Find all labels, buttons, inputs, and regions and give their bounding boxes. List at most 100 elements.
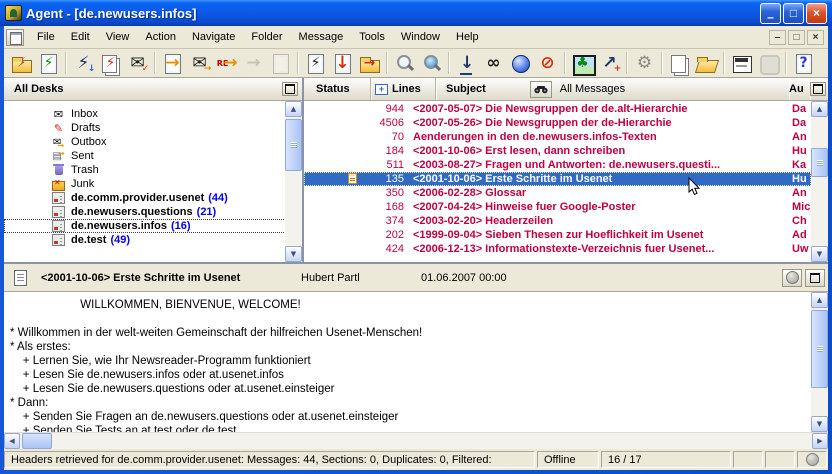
message-row[interactable]: 944<2007-05-07> Die Newsgruppen der de.a… [304, 102, 811, 116]
menu-action[interactable]: Action [137, 26, 184, 48]
newsgroup-item[interactable]: de.comm.provider.usenet(44) [4, 191, 302, 205]
message-row[interactable]: 4506<2007-05-26> Die Newsgruppen der de-… [304, 116, 811, 130]
tree-scrollbar[interactable]: ▲ ▼ [285, 101, 302, 262]
view-image-icon[interactable]: ♣ [570, 52, 595, 75]
maximize-pane-button[interactable] [810, 82, 826, 96]
menu-edit[interactable]: Edit [63, 26, 98, 48]
menu-message[interactable]: Message [291, 26, 352, 48]
mdi-minimize-button[interactable]: – [769, 30, 786, 45]
scroll-down-icon[interactable]: ▼ [811, 246, 828, 262]
minimize-icon: – [767, 10, 774, 24]
message-row[interactable]: 511<2003-08-27> Fragen und Antworten: de… [304, 158, 811, 172]
mdi-system-icon[interactable] [6, 29, 24, 46]
menu-view[interactable]: View [98, 26, 138, 48]
skip-next-icon[interactable]: ↓ [454, 52, 479, 75]
maximize-pane-button[interactable] [282, 82, 298, 96]
stop-tasks-icon[interactable] [756, 52, 781, 75]
get-headers-icon[interactable]: ⚡↓ [71, 52, 96, 75]
message-row[interactable]: 374<2003-02-20> HeaderzeilenCh [304, 214, 811, 228]
get-new-email-icon[interactable]: ✉✓ [125, 52, 150, 75]
scroll-thumb[interactable] [285, 119, 302, 171]
message-row[interactable]: 70Aenderungen in den de.newusers.infos-T… [304, 130, 811, 144]
column-status[interactable]: Status [304, 78, 371, 100]
launch-url-icon[interactable]: ↗+ [597, 52, 622, 75]
folder-item-drafts[interactable]: Drafts [4, 121, 302, 135]
newsgroup-item-selected[interactable]: de.newusers.infos(16) [4, 219, 302, 233]
mdi-restore-button[interactable]: □ [788, 30, 805, 45]
file-in-folder-icon[interactable]: → [357, 52, 382, 75]
column-author[interactable]: Au [789, 78, 810, 100]
scroll-thumb[interactable] [811, 310, 828, 388]
close-button[interactable]: × [806, 3, 827, 24]
horizontal-scrollbar[interactable]: ◀ ▶ [4, 432, 828, 449]
message-row[interactable]: 202<1999-09-04> Sieben Thesen zur Hoefli… [304, 228, 811, 242]
connection-status[interactable]: Offline [537, 451, 599, 468]
get-new-selected-icon[interactable]: ⚡ [36, 52, 61, 75]
message-row[interactable]: 184<2001-10-06> Erst lesen, dann schreib… [304, 144, 811, 158]
scroll-thumb[interactable] [22, 433, 52, 449]
maximize-icon: □ [790, 6, 797, 20]
menu-help[interactable]: Help [448, 26, 487, 48]
folder-item-trash[interactable]: Trash [4, 163, 302, 177]
filter-binoculars-button[interactable] [530, 81, 552, 98]
scroll-up-icon[interactable]: ▲ [285, 101, 302, 117]
forward-attachment-icon[interactable] [268, 52, 293, 75]
mdi-close-button[interactable]: × [807, 30, 824, 45]
search-web-icon[interactable] [419, 52, 444, 75]
body-scrollbar[interactable]: ▲ ▼ [811, 292, 828, 432]
folder-item-sent[interactable]: Sent [4, 149, 302, 163]
preferences-icon[interactable]: ⚙ [632, 52, 657, 75]
newsgroup-icon [52, 192, 65, 204]
find-icon[interactable] [392, 52, 417, 75]
scroll-down-icon[interactable]: ▼ [811, 416, 828, 432]
minimize-button[interactable]: – [760, 3, 781, 24]
stop-icon-button[interactable] [782, 269, 802, 287]
ignore-thread-icon[interactable] [508, 52, 533, 75]
maximize-pane-button[interactable] [805, 269, 825, 287]
kill-thread-icon[interactable]: ⊘ [535, 52, 560, 75]
menu-folder[interactable]: Folder [243, 26, 290, 48]
get-body-icon[interactable]: ⚡ [303, 52, 328, 75]
scroll-right-icon[interactable]: ▶ [812, 433, 828, 449]
menu-navigate[interactable]: Navigate [184, 26, 243, 48]
watch-thread-icon[interactable]: ∞ [481, 52, 506, 75]
folder-item-outbox[interactable]: Outbox [4, 135, 302, 149]
mouse-cursor [688, 177, 700, 196]
window-layout-icon[interactable] [729, 52, 754, 75]
send-email-icon[interactable]: ✉→ [187, 52, 212, 75]
message-row-selected[interactable]: 135<2001-10-06> Erste Schritte im Usenet… [304, 172, 811, 186]
newsgroup-item[interactable]: de.newusers.questions(21) [4, 205, 302, 219]
column-subject[interactable]: Subject All Messages [436, 78, 789, 100]
scroll-thumb[interactable] [811, 148, 828, 177]
newsgroup-item[interactable]: de.test(49) [4, 233, 302, 247]
list-scrollbar[interactable]: ▲ ▼ [811, 101, 828, 262]
message-filter-dropdown[interactable]: All Messages [560, 83, 625, 95]
app-window: Agent - [de.newusers.infos] – □ × File E… [0, 0, 832, 474]
folder-tree: Inbox Drafts Outbox Sent Trash Junk de.c… [4, 101, 302, 262]
save-article-icon[interactable]: ↓ [330, 52, 355, 75]
scroll-down-icon[interactable]: ▼ [285, 246, 302, 262]
forward-icon[interactable]: → [241, 52, 266, 75]
help-icon[interactable]: ? [791, 52, 816, 75]
menu-file[interactable]: File [29, 26, 63, 48]
folder-item-junk[interactable]: Junk [4, 177, 302, 191]
copy-messages-icon[interactable] [667, 52, 692, 75]
message-row[interactable]: 168<2007-04-24> Hinweise fuer Google-Pos… [304, 200, 811, 214]
get-marked-bodies-icon[interactable]: ⚡ [98, 52, 123, 75]
folders-panel-header: All Desks [4, 78, 302, 101]
column-lines[interactable]: +Lines [371, 78, 436, 100]
open-folder-icon[interactable] [694, 52, 719, 75]
post-article-icon[interactable]: → [160, 52, 185, 75]
followup-reply-icon[interactable]: RE→ [214, 52, 239, 75]
message-row[interactable]: 424<2006-12-13> Informationstexte-Verzei… [304, 242, 811, 256]
scroll-up-icon[interactable]: ▲ [811, 101, 828, 117]
maximize-button[interactable]: □ [783, 3, 804, 24]
menu-tools[interactable]: Tools [351, 26, 393, 48]
scroll-up-icon[interactable]: ▲ [811, 292, 828, 308]
scroll-left-icon[interactable]: ◀ [4, 433, 20, 449]
message-row[interactable]: 350<2006-02-28> GlossarAn [304, 186, 811, 200]
menu-window[interactable]: Window [393, 26, 448, 48]
menu-bar: File Edit View Action Navigate Folder Me… [4, 26, 828, 49]
get-new-usenet-icon[interactable]: ⚡ [9, 52, 34, 75]
folder-item-inbox[interactable]: Inbox [4, 107, 302, 121]
